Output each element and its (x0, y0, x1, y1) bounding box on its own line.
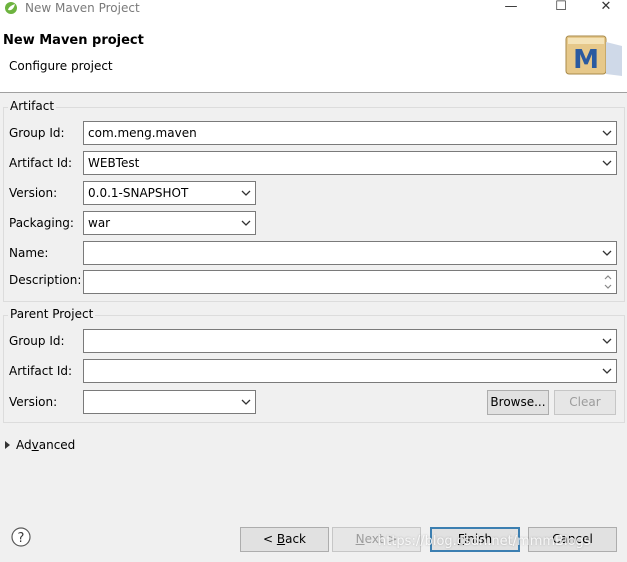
artifact-id-combo[interactable]: WEBTest (83, 151, 617, 175)
title-bar: New Maven Project — ☐ ✕ (0, 0, 627, 18)
chevron-down-icon[interactable] (601, 365, 613, 377)
packaging-value: war (88, 216, 111, 230)
packaging-label: Packaging: (9, 216, 74, 230)
parent-artifact-id-combo[interactable] (83, 359, 617, 383)
close-icon: ✕ (600, 0, 612, 14)
artifact-id-value: WEBTest (88, 156, 140, 170)
chevron-down-icon[interactable] (601, 247, 613, 259)
version-combo[interactable]: 0.0.1-SNAPSHOT (83, 181, 256, 205)
artifact-id-label: Artifact Id: (9, 156, 73, 170)
version-value: 0.0.1-SNAPSHOT (88, 186, 189, 200)
watermark: https://blog.csdn.net/mmmBlogs (378, 534, 591, 549)
parent-group-id-label: Group Id: (9, 334, 65, 348)
maximize-icon: ☐ (555, 0, 567, 14)
close-button[interactable]: ✕ (583, 0, 627, 18)
clear-button[interactable]: Clear (554, 390, 616, 415)
eclipse-spring-icon (5, 2, 17, 14)
window-title: New Maven Project (25, 1, 140, 15)
maven-logo-icon: M (565, 35, 622, 76)
maximize-button[interactable]: ☐ (538, 0, 584, 18)
parent-version-combo[interactable] (83, 390, 256, 414)
minimize-icon: — (504, 0, 518, 14)
chevron-down-icon[interactable] (601, 127, 613, 139)
description-textarea[interactable] (83, 270, 617, 294)
chevron-down-icon[interactable] (240, 217, 252, 229)
logo-letter: M (573, 45, 599, 75)
name-combo[interactable] (83, 241, 617, 265)
expand-triangle-icon[interactable] (4, 440, 12, 450)
chevron-down-icon[interactable] (601, 157, 613, 169)
help-icon[interactable]: ? (11, 527, 31, 547)
group-id-combo[interactable]: com.meng.maven (83, 121, 617, 145)
advanced-label: Advanced (16, 438, 76, 452)
artifact-section-title: Artifact (8, 99, 57, 113)
parent-group-id-combo[interactable] (83, 329, 617, 353)
version-label: Version: (9, 186, 58, 200)
description-label: Description: (9, 273, 82, 287)
browse-button[interactable]: Browse... (487, 390, 549, 415)
scroll-arrows-icon[interactable] (602, 273, 614, 291)
group-id-value: com.meng.maven (88, 126, 197, 140)
name-label: Name: (9, 246, 49, 260)
parent-version-label: Version: (9, 395, 58, 409)
chevron-down-icon[interactable] (601, 335, 613, 347)
chevron-down-icon[interactable] (240, 187, 252, 199)
back-button[interactable]: < Back (240, 527, 329, 552)
parent-artifact-id-label: Artifact Id: (9, 364, 73, 378)
svg-text:?: ? (18, 531, 25, 546)
minimize-button[interactable]: — (488, 0, 534, 18)
packaging-combo[interactable]: war (83, 211, 256, 235)
chevron-down-icon[interactable] (240, 396, 252, 408)
wizard-header (0, 18, 627, 93)
group-id-label: Group Id: (9, 126, 65, 140)
page-subtitle: Configure project (9, 59, 113, 73)
page-title: New Maven project (3, 33, 144, 48)
parent-section-title: Parent Project (8, 307, 96, 321)
